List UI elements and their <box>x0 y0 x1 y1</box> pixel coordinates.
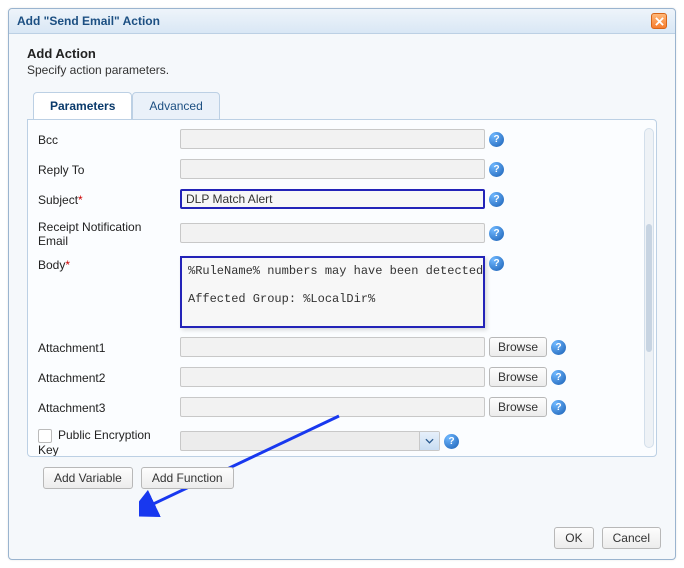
label-reply-to: Reply To <box>38 161 180 177</box>
chevron-down-icon <box>419 432 439 450</box>
section-heading: Add Action <box>27 46 657 61</box>
label-subject: Subject* <box>38 191 180 207</box>
dialog-add-send-email-action: Add "Send Email" Action Add Action Speci… <box>8 8 676 560</box>
scrollbar-thumb[interactable] <box>646 224 652 351</box>
help-icon[interactable]: ? <box>489 132 504 147</box>
vertical-scrollbar[interactable] <box>644 128 654 448</box>
cancel-button[interactable]: Cancel <box>602 527 661 549</box>
input-subject[interactable] <box>180 189 485 209</box>
tab-parameters[interactable]: Parameters <box>33 92 132 120</box>
add-function-button[interactable]: Add Function <box>141 467 234 489</box>
label-body: Body* <box>38 256 180 272</box>
input-receipt-email[interactable] <box>180 223 485 243</box>
close-button[interactable] <box>651 13 667 29</box>
browse-button-2[interactable]: Browse <box>489 367 547 387</box>
help-icon[interactable]: ? <box>489 192 504 207</box>
help-icon[interactable]: ? <box>489 256 504 271</box>
label-attachment3: Attachment3 <box>38 399 180 415</box>
tab-advanced[interactable]: Advanced <box>132 92 219 120</box>
label-bcc: Bcc <box>38 131 180 147</box>
help-icon[interactable]: ? <box>489 162 504 177</box>
combo-public-key[interactable] <box>180 431 440 451</box>
checkbox-public-key[interactable] <box>38 429 52 443</box>
input-attachment3[interactable] <box>180 397 485 417</box>
browse-button-3[interactable]: Browse <box>489 397 547 417</box>
help-icon[interactable]: ? <box>551 370 566 385</box>
label-attachment1: Attachment1 <box>38 339 180 355</box>
add-variable-button[interactable]: Add Variable <box>43 467 133 489</box>
help-icon[interactable]: ? <box>551 340 566 355</box>
help-icon[interactable]: ? <box>489 226 504 241</box>
input-attachment2[interactable] <box>180 367 485 387</box>
help-icon[interactable]: ? <box>551 400 566 415</box>
bottom-bar: Add Variable Add Function <box>27 457 657 493</box>
section-subheading: Specify action parameters. <box>27 63 657 77</box>
dialog-content: Add Action Specify action parameters. Pa… <box>9 34 675 559</box>
textarea-body[interactable] <box>180 256 485 328</box>
tabpanel-parameters: Bcc ? Reply To ? Subject* <box>27 119 657 457</box>
help-icon[interactable]: ? <box>444 434 459 449</box>
label-receipt-email: Receipt Notification Email <box>38 218 180 248</box>
dialog-button-bar: OK Cancel <box>554 527 661 549</box>
input-bcc[interactable] <box>180 129 485 149</box>
browse-button-1[interactable]: Browse <box>489 337 547 357</box>
dialog-title: Add "Send Email" Action <box>17 14 651 28</box>
label-attachment2: Attachment2 <box>38 369 180 385</box>
label-public-key: Public Encryption Key <box>38 426 180 456</box>
close-icon <box>655 17 664 26</box>
form-scroll-area: Bcc ? Reply To ? Subject* <box>28 120 656 456</box>
input-attachment1[interactable] <box>180 337 485 357</box>
dialog-titlebar: Add "Send Email" Action <box>9 9 675 34</box>
input-reply-to[interactable] <box>180 159 485 179</box>
ok-button[interactable]: OK <box>554 527 593 549</box>
tabstrip: Parameters Advanced <box>33 91 657 119</box>
